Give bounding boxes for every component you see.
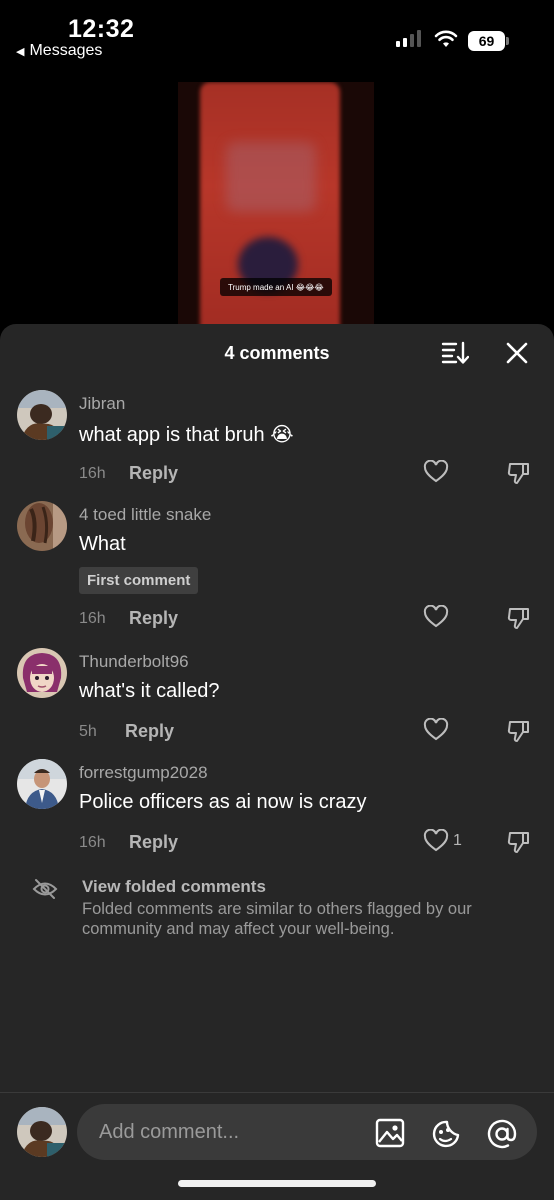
- comment-text: what app is that bruh 😭: [79, 424, 294, 446]
- comment-item: forrestgump2028 Police officers as ai no…: [0, 759, 554, 859]
- dislike-icon[interactable]: [506, 460, 532, 486]
- comment-time: 16h: [79, 834, 106, 851]
- comment-time: 5h: [79, 723, 97, 740]
- comment-input-box[interactable]: [77, 1104, 537, 1160]
- close-icon[interactable]: [504, 340, 530, 366]
- comment-item: 4 toed little snake What First comment 1…: [0, 501, 554, 631]
- wifi-icon: [434, 30, 458, 47]
- eye-off-icon: [32, 879, 58, 899]
- dislike-icon[interactable]: [506, 829, 532, 855]
- comment-username[interactable]: forrestgump2028: [79, 763, 208, 783]
- back-to-messages-link[interactable]: ◀ Messages: [16, 42, 102, 60]
- comment-username[interactable]: 4 toed little snake: [79, 505, 211, 525]
- like-button[interactable]: [423, 718, 449, 742]
- comment-composer: [0, 1104, 554, 1164]
- folded-comments-description: Folded comments are similar to others fl…: [82, 900, 472, 938]
- video-caption: Trump made an AI 😂😂😂: [220, 278, 332, 296]
- status-time: 12:32: [68, 15, 135, 43]
- avatar[interactable]: [17, 648, 67, 698]
- comment-item: Jibran what app is that bruh 😭 16h Reply: [0, 390, 554, 490]
- heart-icon: [423, 460, 449, 483]
- video-blur-content: [226, 142, 316, 212]
- back-arrow-icon: ◀: [16, 45, 25, 58]
- sort-icon[interactable]: [441, 340, 469, 366]
- comment-username[interactable]: Jibran: [79, 394, 125, 414]
- mention-icon[interactable]: [486, 1118, 518, 1150]
- avatar[interactable]: [17, 501, 67, 551]
- avatar[interactable]: [17, 759, 67, 809]
- comment-input[interactable]: [99, 1104, 369, 1160]
- battery-indicator: 69: [468, 31, 505, 51]
- heart-icon: [423, 718, 449, 741]
- battery-cap: [506, 37, 509, 45]
- like-count: 1: [453, 832, 462, 849]
- reply-button[interactable]: Reply: [129, 608, 178, 629]
- cellular-signal-icon: [396, 30, 421, 47]
- comments-count-title: 4 comments: [224, 343, 330, 363]
- comment-text: What: [79, 533, 126, 555]
- dislike-icon[interactable]: [506, 718, 532, 744]
- reply-button[interactable]: Reply: [125, 721, 174, 742]
- like-button[interactable]: [423, 460, 449, 484]
- comments-sheet: 4 comments Jibran what app is that bruh …: [0, 324, 554, 1200]
- video-preview[interactable]: Trump made an AI 😂😂😂: [178, 82, 374, 342]
- avatar: [17, 1107, 67, 1157]
- first-comment-badge: First comment: [79, 567, 199, 594]
- emoji-sticker-icon[interactable]: [430, 1118, 462, 1150]
- view-folded-comments-link[interactable]: View folded comments: [82, 877, 266, 897]
- status-bar: 12:32 ◀ Messages 69: [0, 0, 554, 72]
- back-label: Messages: [29, 42, 103, 59]
- reply-button[interactable]: Reply: [129, 463, 178, 484]
- like-button[interactable]: [423, 605, 449, 629]
- heart-icon: [423, 605, 449, 628]
- image-icon[interactable]: [375, 1118, 405, 1148]
- like-button[interactable]: 1: [423, 829, 462, 853]
- heart-icon: [423, 829, 449, 852]
- dislike-icon[interactable]: [506, 605, 532, 631]
- comment-username[interactable]: Thunderbolt96: [79, 652, 189, 672]
- avatar[interactable]: [17, 390, 67, 440]
- composer-divider: [0, 1092, 554, 1093]
- comment-item: Thunderbolt96 what's it called? 5h Reply: [0, 648, 554, 748]
- comment-time: 16h: [79, 610, 106, 627]
- reply-button[interactable]: Reply: [129, 832, 178, 853]
- comment-text: what's it called?: [79, 680, 220, 702]
- comment-text: Police officers as ai now is crazy: [79, 791, 367, 813]
- video-frame: [200, 82, 340, 342]
- comment-time: 16h: [79, 465, 106, 482]
- home-indicator[interactable]: [178, 1180, 376, 1187]
